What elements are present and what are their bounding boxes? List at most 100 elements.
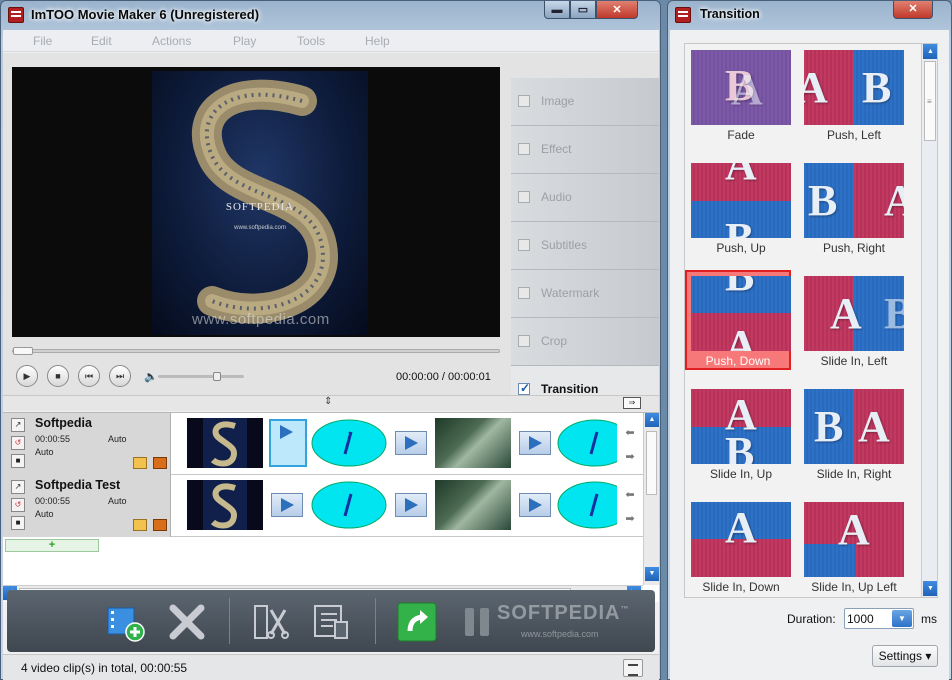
close-button[interactable]: ✕ bbox=[596, 1, 638, 19]
transition-marker[interactable] bbox=[395, 493, 427, 517]
tab-checkbox[interactable] bbox=[518, 335, 530, 347]
scroll-thumb[interactable]: ≡ bbox=[924, 61, 936, 141]
tab-watermark[interactable]: Watermark bbox=[511, 270, 659, 318]
scroll-thumb[interactable] bbox=[646, 431, 657, 495]
play-button[interactable]: ▶ bbox=[16, 365, 38, 387]
clip-thumbnail[interactable] bbox=[557, 480, 617, 530]
stop-button[interactable]: ■ bbox=[47, 365, 69, 387]
scroll-down-icon[interactable]: ▼ bbox=[923, 581, 937, 596]
transition-item-push-down[interactable]: B A Push, Down bbox=[685, 270, 791, 370]
transition-item-fade[interactable]: B A Fade bbox=[685, 44, 791, 144]
tab-checkbox[interactable] bbox=[518, 95, 530, 107]
settings-button[interactable]: Settings ▾ bbox=[872, 645, 938, 667]
track-video-icon[interactable]: ↗ bbox=[11, 480, 25, 494]
track[interactable]: ↗ ↺ ■ Softpedia 00:00:55 Auto Auto 1 ⬅ ➡ bbox=[3, 413, 643, 475]
export-button[interactable] bbox=[395, 600, 439, 644]
next-button[interactable]: ⏭ bbox=[109, 365, 131, 387]
minimize-button[interactable]: ▬ bbox=[544, 1, 570, 19]
clip-thumbnail[interactable] bbox=[435, 418, 511, 468]
resize-arrows-icon[interactable]: ⇕ bbox=[324, 396, 332, 407]
clip-thumbnail[interactable] bbox=[187, 418, 263, 468]
menu-tools[interactable]: Tools bbox=[297, 34, 325, 48]
detach-panel-icon[interactable]: ⇒ bbox=[623, 397, 641, 409]
transition-item-push-left[interactable]: A B Push, Left bbox=[798, 44, 904, 144]
scroll-down-icon[interactable]: ▼ bbox=[645, 567, 659, 581]
clip-thumbnail[interactable] bbox=[435, 480, 511, 530]
clip-thumbnail[interactable] bbox=[557, 418, 617, 468]
film-icon[interactable] bbox=[153, 519, 167, 531]
menu-play[interactable]: Play bbox=[233, 34, 256, 48]
tab-checkbox[interactable] bbox=[518, 191, 530, 203]
maximize-button[interactable]: ▭ bbox=[570, 1, 596, 19]
transition-title-bar[interactable]: Transition ✕ bbox=[668, 1, 951, 29]
transition-close-button[interactable]: ✕ bbox=[893, 1, 933, 19]
menu-file[interactable]: File bbox=[33, 34, 52, 48]
duration-spinbox[interactable]: ▼ bbox=[844, 608, 914, 629]
clip-thumbnail[interactable] bbox=[311, 480, 387, 530]
transition-grid: B A Fade A B Push, Left bbox=[684, 43, 938, 598]
track-audio-icon[interactable]: ↺ bbox=[11, 436, 25, 450]
tab-checkbox[interactable] bbox=[518, 381, 530, 395]
clip-thumbnail[interactable] bbox=[187, 480, 263, 530]
track-audio-icon[interactable]: ↺ bbox=[11, 498, 25, 512]
tab-image[interactable]: Image bbox=[511, 78, 659, 126]
add-track-button[interactable]: + bbox=[5, 539, 99, 552]
track-mute-icon[interactable]: ■ bbox=[11, 516, 25, 530]
transition-item-slide-in-right[interactable]: B A Slide In, Right bbox=[798, 383, 904, 483]
track-video-icon[interactable]: ↗ bbox=[11, 418, 25, 432]
move-left-arrow-icon[interactable]: ⬅ bbox=[623, 489, 637, 501]
previous-button[interactable]: ⏮ bbox=[78, 365, 100, 387]
transition-item-slide-in-up[interactable]: A B Slide In, Up bbox=[685, 383, 791, 483]
move-right-arrow-icon[interactable]: ➡ bbox=[623, 451, 637, 463]
delete-button[interactable] bbox=[165, 600, 209, 644]
track[interactable]: ↗ ↺ ■ Softpedia Test 00:00:55 Auto Auto bbox=[3, 475, 643, 537]
transition-item-push-up[interactable]: A B Push, Up bbox=[685, 157, 791, 257]
tab-effect[interactable]: Effect bbox=[511, 126, 659, 174]
move-right-arrow-icon[interactable]: ➡ bbox=[623, 513, 637, 525]
edit-button[interactable] bbox=[309, 600, 353, 644]
transition-marker[interactable] bbox=[519, 493, 551, 517]
add-clip-button[interactable] bbox=[103, 600, 147, 644]
transition-marker[interactable] bbox=[519, 431, 551, 455]
track-mute-icon[interactable]: ■ bbox=[11, 454, 25, 468]
transition-marker[interactable] bbox=[269, 419, 307, 467]
transition-marker[interactable] bbox=[395, 431, 427, 455]
transition-thumbnail: A bbox=[804, 502, 904, 577]
tab-audio[interactable]: Audio bbox=[511, 174, 659, 222]
move-left-arrow-icon[interactable]: ⬅ bbox=[623, 427, 637, 439]
transition-item-slide-in-up-left[interactable]: A Slide In, Up Left bbox=[798, 496, 904, 596]
cut-button[interactable] bbox=[249, 600, 293, 644]
transition-item-slide-in-left[interactable]: A B Slide In, Left bbox=[798, 270, 904, 370]
seek-bar[interactable] bbox=[12, 347, 500, 355]
volume-slider[interactable] bbox=[158, 372, 244, 381]
pause-button[interactable] bbox=[455, 600, 499, 644]
menu-edit[interactable]: Edit bbox=[91, 34, 112, 48]
title-bar[interactable]: ImTOO Movie Maker 6 (Unregistered) ▬ ▭ ✕ bbox=[1, 1, 660, 29]
seek-thumb[interactable] bbox=[13, 347, 33, 355]
chevron-down-icon[interactable]: ▼ bbox=[892, 610, 912, 627]
tab-crop[interactable]: Crop bbox=[511, 318, 659, 366]
duration-input[interactable] bbox=[847, 611, 891, 626]
menu-help[interactable]: Help bbox=[365, 34, 390, 48]
video-watermark: www.softpedia.com bbox=[192, 311, 330, 328]
log-button[interactable] bbox=[623, 659, 643, 677]
video-preview[interactable]: SOFTPEDIA www.softpedia.com www.softpedi… bbox=[12, 67, 500, 337]
tab-checkbox[interactable] bbox=[518, 287, 530, 299]
tab-checkbox[interactable] bbox=[518, 143, 530, 155]
scroll-up-icon[interactable]: ▲ bbox=[923, 44, 937, 59]
transition-marker[interactable] bbox=[271, 493, 303, 517]
film-icon[interactable] bbox=[153, 457, 167, 469]
folder-icon[interactable] bbox=[133, 519, 147, 531]
splitter[interactable]: ⇕ ⇒ bbox=[3, 395, 659, 411]
transition-item-slide-in-down[interactable]: A Slide In, Down bbox=[685, 496, 791, 596]
timeline-vscroll[interactable]: ▲ ▼ bbox=[643, 413, 659, 585]
transition-item-push-right[interactable]: B A Push, Right bbox=[798, 157, 904, 257]
menu-actions[interactable]: Actions bbox=[152, 34, 191, 48]
scroll-up-icon[interactable]: ▲ bbox=[645, 413, 659, 427]
volume-thumb[interactable] bbox=[212, 372, 221, 381]
tab-subtitles[interactable]: Subtitles bbox=[511, 222, 659, 270]
clip-thumbnail[interactable]: 1 bbox=[311, 418, 387, 468]
transition-vscroll[interactable]: ▲ ≡ ▼ bbox=[921, 44, 937, 597]
folder-icon[interactable] bbox=[133, 457, 147, 469]
tab-checkbox[interactable] bbox=[518, 239, 530, 251]
